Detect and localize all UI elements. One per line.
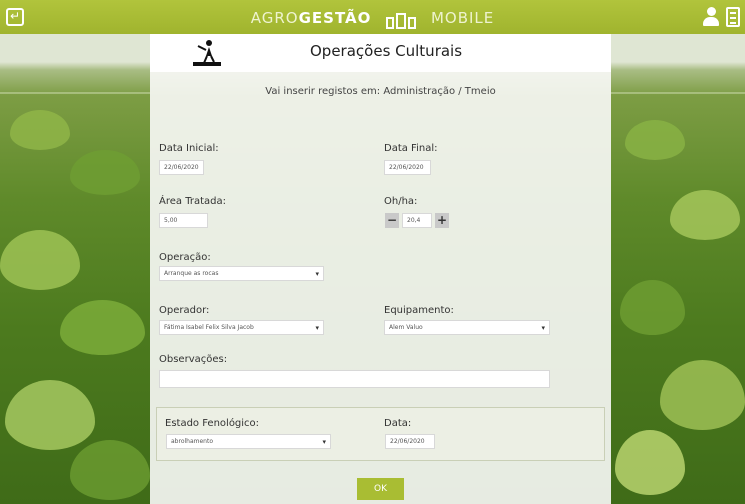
leaf bbox=[625, 120, 685, 160]
top-bar: ↵ AGROGESTÃO MOBILE bbox=[0, 0, 745, 34]
document-icon[interactable] bbox=[726, 7, 740, 27]
leaf bbox=[5, 380, 95, 450]
leaf bbox=[660, 360, 745, 430]
title-bar: Operações Culturais bbox=[150, 34, 611, 72]
leaf bbox=[60, 300, 145, 355]
phenology-label: Estado Fenológico: bbox=[165, 418, 260, 429]
app-brand: AGROGESTÃO MOBILE bbox=[0, 9, 745, 29]
info-text: Vai inserir registos em: Administração /… bbox=[265, 86, 496, 97]
leaf bbox=[670, 190, 740, 240]
ok-button[interactable]: OK bbox=[357, 478, 404, 500]
form-panel: Vai inserir registos em: Administração /… bbox=[150, 72, 611, 504]
end-date-input[interactable]: 22/06/2020 bbox=[384, 160, 431, 175]
leaf bbox=[620, 280, 685, 335]
leaf bbox=[0, 230, 80, 290]
notes-label: Observações: bbox=[159, 354, 228, 365]
brand-main: GESTÃO bbox=[298, 9, 372, 27]
leaf bbox=[70, 440, 150, 500]
ohl-increment-button[interactable]: + bbox=[435, 213, 449, 228]
page-title: Operações Culturais bbox=[310, 42, 463, 60]
operation-select[interactable]: Arranque as rocas bbox=[159, 266, 324, 281]
equipment-select[interactable]: Alem Valuo bbox=[384, 320, 550, 335]
equipment-label: Equipamento: bbox=[384, 305, 454, 316]
brand-suffix: MOBILE bbox=[430, 9, 495, 27]
date-input[interactable]: 22/06/2020 bbox=[385, 434, 435, 449]
user-icon[interactable] bbox=[703, 7, 719, 27]
end-date-label: Data Final: bbox=[384, 143, 438, 154]
area-input[interactable]: 5,00 bbox=[159, 213, 208, 228]
ohl-decrement-button[interactable]: − bbox=[385, 213, 399, 228]
start-date-label: Data Inicial: bbox=[159, 143, 219, 154]
area-label: Área Tratada: bbox=[159, 196, 226, 207]
operator-label: Operador: bbox=[159, 305, 210, 316]
devices-icon bbox=[385, 11, 417, 29]
operator-select[interactable]: Fátima Isabel Felix Silva Jacob bbox=[159, 320, 324, 335]
phenology-select[interactable]: abrolhamento bbox=[166, 434, 331, 449]
leaf bbox=[70, 150, 140, 195]
farmer-icon bbox=[193, 40, 221, 66]
leaf bbox=[10, 110, 70, 150]
start-date-input[interactable]: 22/06/2020 bbox=[159, 160, 204, 175]
ohl-input[interactable]: 20,4 bbox=[402, 213, 432, 228]
operation-label: Operação: bbox=[159, 252, 211, 263]
field-row bbox=[611, 92, 745, 94]
leaf bbox=[615, 430, 685, 495]
brand-prefix: AGRO bbox=[250, 9, 299, 27]
notes-input[interactable] bbox=[159, 370, 550, 388]
phenology-fieldset: Estado Fenológico: abrolhamento Data: 22… bbox=[156, 407, 605, 461]
date-label: Data: bbox=[384, 418, 412, 429]
field-row bbox=[0, 92, 150, 94]
ohl-label: Oh/ha: bbox=[384, 196, 418, 207]
